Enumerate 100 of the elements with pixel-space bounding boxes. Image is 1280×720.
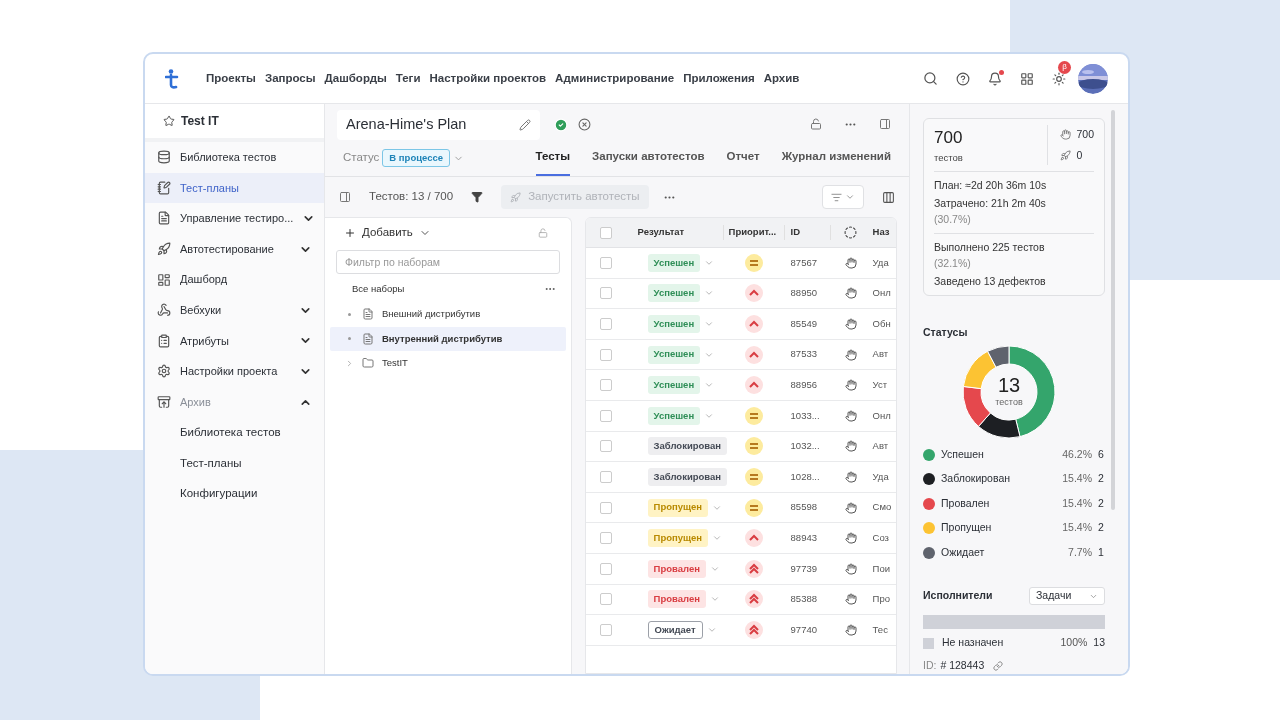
name-cell-text: Пои: [871, 561, 890, 576]
table-row[interactable]: Заблокирован 1032... Авт: [585, 431, 896, 463]
filter-icon[interactable]: [471, 191, 484, 203]
result-badge[interactable]: Провален: [647, 559, 706, 578]
legend-label: Пропущен: [941, 520, 993, 536]
table-row[interactable]: Успешен 85549 Обн: [585, 309, 896, 340]
search-icon[interactable]: [923, 71, 938, 86]
result-badge[interactable]: Успешен: [647, 284, 701, 303]
checkbox[interactable]: [599, 318, 612, 330]
result-badge[interactable]: Провален: [647, 590, 706, 609]
result-badge[interactable]: Успешен: [647, 345, 701, 364]
table-row[interactable]: Успешен 88950 Онл: [585, 278, 896, 310]
legend-percent: 15.4%: [1062, 495, 1092, 511]
clipboard-icon: [157, 333, 171, 348]
checkbox[interactable]: [599, 470, 612, 483]
sidebar-item[interactable]: Управление тестиро...: [145, 203, 324, 234]
status-badge[interactable]: В процессе: [382, 148, 451, 168]
table-row[interactable]: Успешен 1033... Онл: [585, 400, 896, 432]
sidebar-item[interactable]: Тест-планы: [145, 172, 324, 204]
sidebar-item[interactable]: Атрибуты: [145, 325, 324, 357]
table-row[interactable]: Провален 97739 Пои: [585, 553, 896, 585]
table-row[interactable]: Успешен 88956 Уст: [585, 370, 896, 401]
checkbox[interactable]: [599, 562, 612, 575]
tab[interactable]: Отчет: [726, 140, 760, 176]
checkbox[interactable]: [599, 409, 612, 422]
checkbox[interactable]: [599, 593, 612, 606]
table-row[interactable]: Успешен 87533 Авт: [585, 339, 896, 371]
table-row[interactable]: Провален 85388 Про: [585, 584, 896, 616]
tree-item[interactable]: TestIT: [330, 351, 566, 376]
result-badge[interactable]: Заблокирован: [647, 467, 728, 486]
manual-count: 700: [1076, 127, 1094, 142]
nav-link[interactable]: Проекты: [206, 69, 256, 88]
nav-link[interactable]: Архив: [763, 69, 800, 88]
table-row[interactable]: Ожидает 97740 Тес: [585, 615, 896, 646]
chevron-right-icon[interactable]: [345, 358, 354, 368]
check-circle-icon[interactable]: [554, 118, 568, 132]
checkbox[interactable]: [599, 226, 612, 239]
plan-title-field[interactable]: Arena-Hime's Plan: [337, 110, 540, 140]
sidebar-item[interactable]: Дашборд: [145, 264, 324, 295]
table-row[interactable]: Пропущен 85598 Смо: [585, 492, 896, 524]
table-row[interactable]: Пропущен 88943 Соз: [585, 523, 896, 554]
nav-link[interactable]: Настройки проектов: [429, 69, 547, 88]
panel-icon[interactable]: [879, 118, 891, 130]
checkbox[interactable]: [599, 348, 612, 361]
sidebar-item[interactable]: Настройки проекта: [145, 356, 324, 387]
table-row[interactable]: Успешен 87567 Уда: [585, 248, 896, 279]
view-dropdown[interactable]: [822, 185, 864, 209]
column-header[interactable]: Приорит...: [723, 225, 785, 240]
assignees-dropdown[interactable]: Задачи: [1029, 587, 1105, 605]
nav-link[interactable]: Приложения: [683, 69, 755, 88]
tab[interactable]: Тесты: [535, 140, 571, 176]
nav-link[interactable]: Теги: [395, 69, 421, 88]
tab[interactable]: Журнал изменений: [781, 140, 891, 176]
column-header[interactable]: ID: [784, 225, 831, 240]
hand-icon: [844, 440, 857, 453]
checkbox[interactable]: [599, 501, 612, 514]
result-badge[interactable]: Успешен: [647, 376, 701, 395]
notepad-icon: [157, 180, 171, 195]
help-icon[interactable]: [956, 71, 970, 86]
checkbox[interactable]: [599, 440, 612, 453]
sidebar-item[interactable]: Вебхуки: [145, 294, 324, 326]
close-circle-icon[interactable]: [578, 118, 591, 131]
result-badge[interactable]: Ожидает: [647, 620, 703, 639]
result-badge[interactable]: Успешен: [647, 253, 701, 272]
columns-icon[interactable]: [882, 190, 895, 204]
result-badge[interactable]: Успешен: [647, 315, 701, 333]
checkbox[interactable]: [599, 256, 612, 269]
tab[interactable]: Запуски автотестов: [592, 140, 705, 176]
result-badge[interactable]: Заблокирован: [647, 437, 728, 456]
lock-icon[interactable]: [537, 228, 548, 238]
checkbox[interactable]: [599, 623, 612, 636]
bell-icon[interactable]: [988, 71, 1002, 86]
link-icon[interactable]: [993, 660, 1004, 671]
assignee-count: 13: [1093, 635, 1105, 651]
tree-root[interactable]: Все наборы: [352, 281, 405, 297]
column-header[interactable]: Наз: [870, 225, 890, 240]
column-header[interactable]: Результат: [625, 225, 724, 240]
panel-icon[interactable]: [339, 191, 351, 203]
nav-link[interactable]: Администрирование: [555, 69, 675, 88]
lock-icon[interactable]: [810, 118, 822, 130]
tree-item[interactable]: Внешний дистрибутив: [330, 302, 566, 327]
legend-percent: 7.7%: [1068, 544, 1092, 560]
scrollbar[interactable]: [1111, 110, 1115, 510]
nav-link[interactable]: Дашборды: [324, 69, 387, 88]
checkbox[interactable]: [599, 379, 612, 392]
plus-icon[interactable]: [344, 227, 356, 239]
result-badge[interactable]: Успешен: [647, 406, 701, 425]
nav-link[interactable]: Запросы: [264, 69, 316, 88]
sets-filter-field[interactable]: Фильтр по наборам: [336, 250, 560, 274]
table-row[interactable]: Заблокирован 1028... Уда: [585, 462, 896, 493]
star-icon[interactable]: [163, 115, 175, 127]
checkbox[interactable]: [599, 532, 612, 545]
sun-icon[interactable]: [1052, 71, 1066, 86]
tree-item[interactable]: Внутренний дистрибутив: [330, 326, 566, 351]
add-menu[interactable]: Добавить: [362, 224, 413, 242]
sidebar-item[interactable]: Автотестирование: [145, 233, 324, 265]
chevron-down-icon[interactable]: [704, 319, 715, 329]
checkbox[interactable]: [599, 287, 612, 300]
sidebar-item[interactable]: Библиотека тестов: [145, 142, 324, 173]
apps-grid-icon[interactable]: [1020, 71, 1034, 86]
